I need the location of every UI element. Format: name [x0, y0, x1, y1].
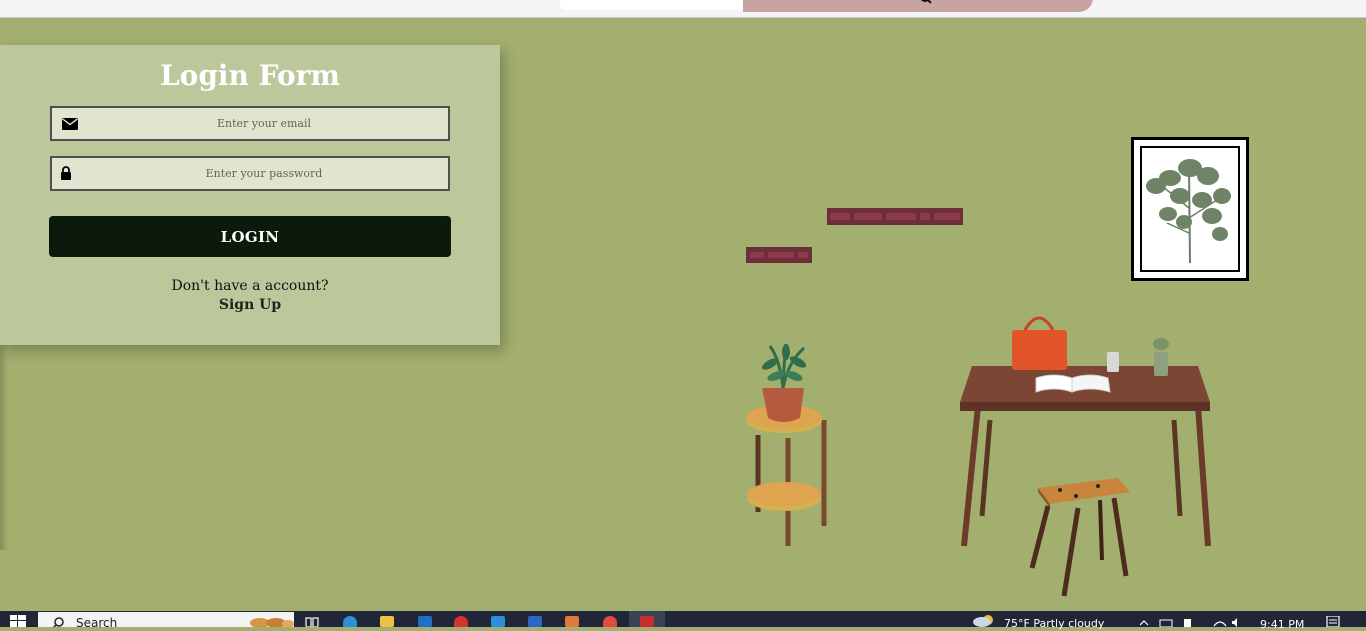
taskbar-clock[interactable]: 9:41 PM	[1260, 618, 1304, 631]
search-highlight-image	[250, 618, 294, 627]
login-form-panel: Login Form LOGIN Don't have a account? S…	[0, 45, 500, 345]
windows-start-icon[interactable]	[10, 615, 26, 627]
login-title: Login Form	[159, 59, 341, 92]
word-icon[interactable]	[528, 616, 542, 627]
plant-stand	[746, 343, 827, 546]
picture-frame	[1131, 137, 1249, 281]
wall-shelf-long	[827, 208, 963, 225]
search-icon[interactable]	[920, 0, 932, 4]
active-app-icon[interactable]	[640, 616, 654, 627]
chrome-icon[interactable]	[603, 616, 617, 627]
edge-icon[interactable]	[343, 616, 357, 627]
edge-shadow	[0, 340, 8, 550]
email-field[interactable]	[50, 106, 450, 141]
desk-scene	[960, 316, 1211, 597]
taskbar: Search 75°F Partly cloudy 9:41 PM	[0, 611, 1366, 631]
taskbar-search-label: Search	[76, 616, 118, 630]
signup-link[interactable]: Sign Up	[0, 297, 500, 313]
taskbar-search[interactable]: Search	[38, 612, 294, 630]
password-input[interactable]	[82, 158, 446, 189]
mail-icon[interactable]	[418, 616, 432, 627]
address-bar[interactable]	[560, 0, 745, 10]
login-button[interactable]: LOGIN	[49, 216, 451, 257]
envelope-icon	[62, 118, 78, 130]
browser-search-bar[interactable]	[743, 0, 1093, 12]
wall-shelf-short	[746, 247, 812, 263]
email-input[interactable]	[82, 108, 446, 139]
weather-widget[interactable]: 75°F Partly cloudy	[972, 614, 1132, 630]
notifications-icon[interactable]	[1326, 616, 1340, 627]
system-tray-icons[interactable]	[1140, 616, 1240, 627]
browser-top-strip	[0, 0, 1366, 18]
task-view-icon[interactable]	[305, 616, 319, 627]
lock-icon	[61, 166, 71, 180]
app-icon[interactable]	[565, 616, 579, 627]
brave-icon[interactable]	[454, 616, 468, 627]
password-field[interactable]	[50, 156, 450, 191]
weather-icon	[973, 615, 993, 627]
vscode-icon[interactable]	[491, 616, 505, 627]
search-icon	[52, 617, 64, 627]
file-explorer-icon[interactable]	[380, 616, 394, 627]
active-app-slot[interactable]	[629, 611, 665, 627]
no-account-text: Don't have a account?	[171, 278, 329, 294]
plant-artwork	[1146, 159, 1231, 264]
weather-text: 75°F Partly cloudy	[1004, 617, 1105, 630]
